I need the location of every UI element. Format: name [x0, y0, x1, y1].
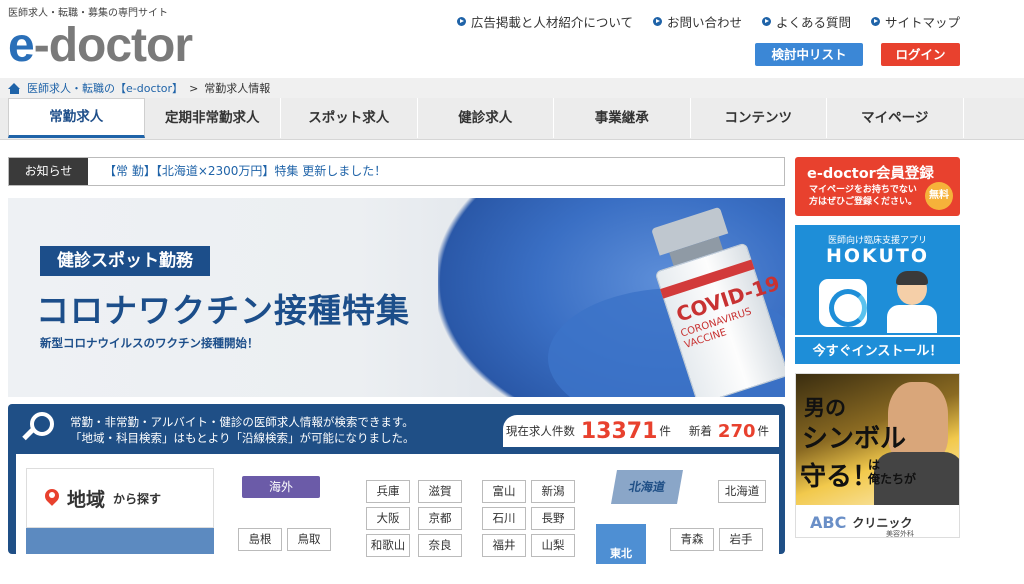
ad-footer: ABC クリニック 美容外科 — [796, 505, 959, 538]
area-label: 地域 — [67, 488, 106, 511]
pref-niigata[interactable]: 新潟 — [531, 480, 575, 503]
pref-ishikawa[interactable]: 石川 — [482, 507, 526, 530]
arrow-bullet-icon — [870, 17, 880, 26]
pref-nara[interactable]: 奈良 — [418, 534, 462, 557]
tab-succession[interactable]: 事業継承 — [554, 98, 691, 138]
new-label: 新着 — [688, 424, 712, 438]
tab-mypage[interactable]: マイページ — [827, 98, 964, 138]
ad-copy-4: 守る！ — [800, 462, 879, 492]
arrow-bullet-icon — [652, 17, 662, 26]
news-label: お知らせ — [9, 158, 88, 185]
home-icon — [8, 82, 21, 94]
pref-shiga[interactable]: 滋賀 — [418, 480, 462, 503]
abc-logo: ABC — [810, 512, 847, 532]
pref-kyoto[interactable]: 京都 — [418, 507, 462, 530]
hero-banner[interactable]: COVID-19 CORONAVIRUS VACCINE 健診スポット勤務 コロナ… — [8, 198, 785, 397]
logo-text: -doctor — [33, 19, 193, 72]
consideration-list-button[interactable]: 検討中リスト — [755, 43, 863, 66]
region-hokkaido-map[interactable]: 北海道 — [611, 470, 683, 504]
arrow-bullet-icon — [761, 17, 771, 26]
tab-parttime[interactable]: 定期非常勤求人 — [145, 98, 281, 138]
location-pin-icon — [45, 489, 59, 507]
link-advertising[interactable]: 広告掲載と人材紹介について — [456, 12, 633, 31]
pref-wakayama[interactable]: 和歌山 — [366, 534, 410, 557]
tab-fulltime[interactable]: 常勤求人 — [8, 98, 145, 138]
hero-subtitle: 新型コロナウイルスのワクチン接種開始！ — [40, 336, 259, 350]
news-link[interactable]: 【常 勤】【北海道×2300万円】特集 更新しました！ — [88, 158, 386, 185]
breadcrumb-current: 常勤求人情報 — [204, 82, 271, 95]
news-bar: お知らせ 【常 勤】【北海道×2300万円】特集 更新しました！ — [8, 157, 785, 186]
tab-checkup[interactable]: 健診求人 — [418, 98, 554, 138]
doctor-illustration — [885, 271, 939, 333]
site-logo[interactable]: e-doctor — [8, 19, 193, 72]
clinic-subtitle: 美容外科 — [886, 530, 914, 538]
area-search-tab[interactable]: 地域 から探す — [26, 468, 214, 528]
breadcrumb-separator: > — [189, 81, 199, 95]
pref-osaka[interactable]: 大阪 — [366, 507, 410, 530]
top-links: 広告掲載と人材紹介について お問い合わせ よくある質問 サイトマップ — [456, 12, 960, 31]
site-header: 医師求人・転職・募集の専門サイト e-doctor 広告掲載と人材紹介について … — [0, 0, 1024, 78]
link-label: よくある質問 — [775, 15, 851, 30]
ad-copy-2: シンボル — [802, 424, 907, 454]
job-search-panel: 常勤・非常勤・アルバイト・健診の医師求人情報が検索できます。 「地域・科目検索」… — [8, 404, 785, 564]
search-desc-line2: 「地域・科目検索」はもとより「沿線検索」が可能になりました。 — [70, 431, 415, 445]
area-label-suffix: から探す — [113, 491, 162, 506]
pref-hokkaido[interactable]: 北海道 — [718, 480, 766, 503]
count-unit: 件 — [659, 424, 671, 438]
member-title: e-doctor会員登録 — [807, 166, 934, 182]
search-icon — [22, 412, 58, 446]
free-badge: 無料 — [925, 182, 953, 210]
search-description: 常勤・非常勤・アルバイト・健診の医師求人情報が検索できます。 「地域・科目検索」… — [70, 414, 415, 446]
pref-hyogo[interactable]: 兵庫 — [366, 480, 410, 503]
count-value: 13371 — [580, 418, 658, 444]
link-faq[interactable]: よくある質問 — [761, 12, 851, 31]
new-unit: 件 — [757, 424, 770, 438]
pref-toyama[interactable]: 富山 — [482, 480, 526, 503]
app-name: HOKUTO — [826, 245, 929, 267]
region-tohoku-map[interactable]: 東北 — [596, 524, 646, 564]
member-desc-line2: 方はぜひご登録ください。 — [809, 197, 918, 207]
new-value: 270 — [717, 420, 756, 442]
clinic-name: クリニック — [852, 515, 913, 530]
app-install-cta: 今すぐインストール！ — [795, 335, 960, 364]
count-label: 現在求人件数 — [505, 424, 575, 438]
member-registration-banner[interactable]: e-doctor会員登録 マイページをお持ちでない 方はぜひご登録ください。 無料 — [795, 157, 960, 216]
abc-clinic-ad-banner[interactable]: 男の シンボル は俺たちが 守る！ ABC クリニック 美容外科 — [795, 373, 960, 538]
tab-contents[interactable]: コンテンツ — [691, 98, 827, 138]
hero-title: コロナワクチン接種特集 — [36, 291, 410, 330]
site-tagline: 医師求人・転職・募集の専門サイト — [8, 8, 168, 19]
logo-e: e — [8, 19, 35, 72]
breadcrumb-home-link[interactable]: 医師求人・転職の【e-doctor】 — [27, 80, 183, 96]
link-contact[interactable]: お問い合わせ — [652, 12, 742, 31]
link-label: 広告掲載と人材紹介について — [470, 15, 633, 30]
hero-badge: 健診スポット勤務 — [40, 246, 210, 276]
link-sitemap[interactable]: サイトマップ — [870, 12, 960, 31]
arrow-bullet-icon — [456, 17, 466, 26]
app-logo-icon — [819, 279, 867, 327]
link-label: お問い合わせ — [666, 15, 742, 30]
pref-nagano[interactable]: 長野 — [531, 507, 575, 530]
main-nav: 常勤求人 定期非常勤求人 スポット求人 健診求人 事業継承 コンテンツ マイペー… — [0, 98, 1024, 140]
member-desc-line1: マイページをお持ちでない — [809, 185, 917, 195]
tab-spot[interactable]: スポット求人 — [281, 98, 418, 138]
overseas-button[interactable]: 海外 — [242, 476, 320, 498]
link-label: サイトマップ — [884, 15, 960, 30]
breadcrumb: 医師求人・転職の【e-doctor】 > 常勤求人情報 — [0, 78, 1024, 98]
login-button[interactable]: ログイン — [881, 43, 960, 66]
pref-fukui[interactable]: 福井 — [482, 534, 526, 557]
area-tab-strip[interactable] — [26, 528, 214, 554]
area-search: 地域 から探す 海外 兵庫 滋賀 富山 新潟 大阪 京都 石川 長野 和歌山 奈… — [16, 454, 779, 564]
member-desc: マイページをお持ちでない 方はぜひご登録ください。 — [809, 184, 917, 208]
job-count-box: 現在求人件数 13371 件 新着 270 件 — [503, 415, 779, 447]
pref-yamanashi[interactable]: 山梨 — [531, 534, 575, 557]
hokuto-app-banner[interactable]: 医師向け臨床支援アプリ HOKUTO 今すぐインストール！ — [795, 225, 960, 364]
search-desc-line1: 常勤・非常勤・アルバイト・健診の医師求人情報が検索できます。 — [70, 415, 414, 429]
